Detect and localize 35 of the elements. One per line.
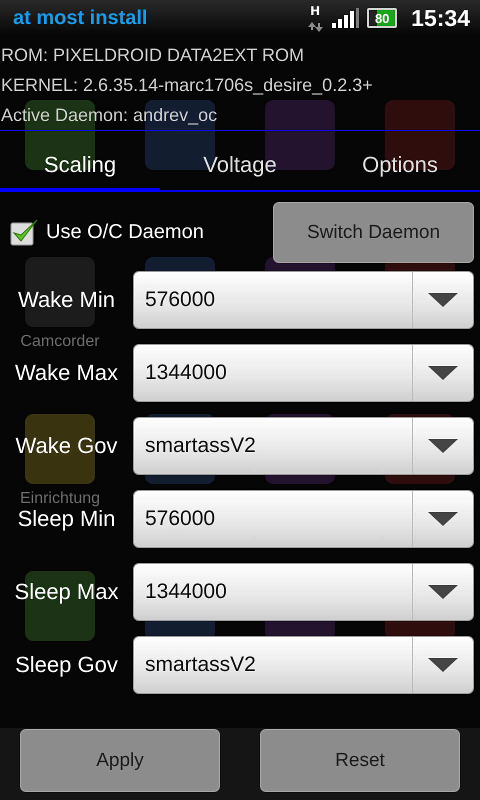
action-button[interactable]: Reset [260, 729, 460, 792]
setting-label: Wake Max [14, 360, 120, 386]
app-label[interactable]: Camcorder [1, 333, 119, 352]
info-text: Active Daemon: andrev_oc [1, 104, 218, 127]
dropdown[interactable]: 576000 [133, 490, 474, 548]
dropdown[interactable]: 1344000 [133, 344, 474, 402]
setting-label: Sleep Gov [14, 652, 119, 678]
dropdown[interactable]: smartassV2 [133, 636, 474, 694]
info-text: ROM: PIXELDROID DATA2EXT ROM [1, 44, 306, 67]
app-label[interactable]: Einrichtung [1, 490, 119, 508]
caret-icon [428, 366, 458, 380]
signal-icon [332, 8, 360, 28]
dropdown[interactable]: smartassV2 [133, 417, 474, 475]
clock: 15:34 [411, 4, 470, 32]
network-type: H [310, 4, 320, 16]
tab[interactable]: Voltage [160, 136, 320, 192]
caret-icon [428, 293, 458, 307]
action-button[interactable]: Apply [20, 729, 220, 792]
caret-icon [428, 512, 458, 526]
setting-label: Wake Gov [14, 433, 118, 459]
info-text: KERNEL: 2.6.35.14-marc1706s_desire_0.2.3+ [1, 74, 374, 97]
caret-icon [428, 439, 458, 453]
dropdown[interactable]: 1344000 [133, 563, 474, 621]
setting-label: Wake Min [17, 287, 116, 313]
caret-icon [428, 585, 458, 599]
switch-daemon-button[interactable]: Switch Daemon [273, 202, 474, 263]
setting-label: Sleep Min [16, 506, 116, 532]
checkbox-label[interactable]: Use O/C Daemon [46, 221, 273, 244]
setting-label: Sleep Max [14, 579, 120, 605]
tab[interactable]: Options [320, 136, 480, 192]
checkbox[interactable] [10, 218, 40, 248]
dropdown[interactable]: 576000 [133, 271, 474, 329]
tab[interactable]: Scaling [0, 136, 160, 192]
caret-icon [428, 658, 458, 672]
app-title: at most install [13, 6, 148, 30]
